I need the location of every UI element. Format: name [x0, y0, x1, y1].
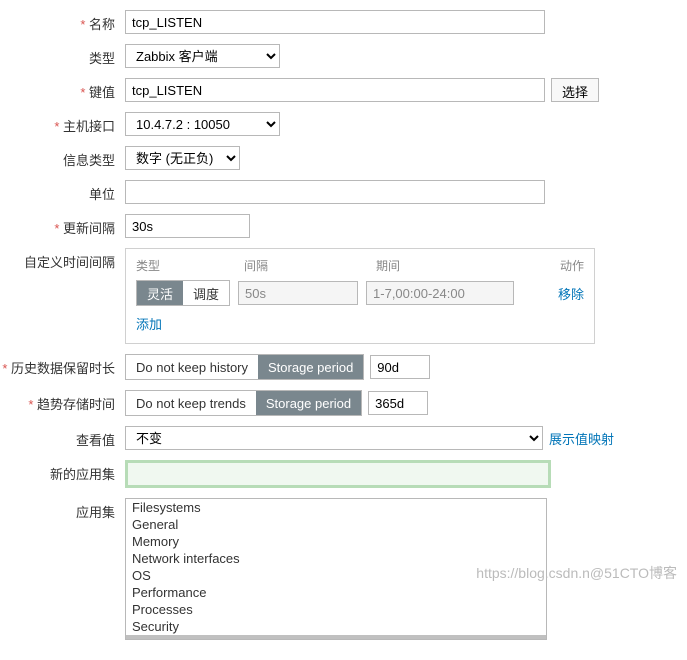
remove-interval-link[interactable]: 移除 [558, 284, 584, 303]
apps-listbox[interactable]: FilesystemsGeneralMemoryNetwork interfac… [125, 498, 547, 640]
new-app-input[interactable] [128, 463, 548, 485]
type-select[interactable]: Zabbix 客户端 [125, 44, 280, 68]
name-input[interactable] [125, 10, 545, 34]
show-value-map-link[interactable]: 展示值映射 [549, 429, 614, 448]
list-item[interactable]: General [126, 516, 546, 533]
label-history: 历史数据保留时长 [0, 354, 125, 377]
interval-header-action: 动作 [536, 257, 584, 274]
label-info-type: 信息类型 [0, 146, 125, 169]
label-units: 单位 [0, 180, 125, 203]
interval-header-interval: 间隔 [244, 257, 376, 274]
units-input[interactable] [125, 180, 545, 204]
select-button[interactable]: 选择 [551, 78, 599, 102]
interval-header-period: 期间 [376, 257, 536, 274]
info-type-select[interactable]: 数字 (无正负) [125, 146, 240, 170]
label-show-value: 查看值 [0, 426, 125, 449]
label-type: 类型 [0, 44, 125, 67]
history-input[interactable] [370, 355, 430, 379]
list-item[interactable]: Filesystems [126, 499, 546, 516]
trends-input[interactable] [368, 391, 428, 415]
interval-period-input[interactable] [366, 281, 514, 305]
label-key: 键值 [0, 78, 125, 101]
label-custom-intervals: 自定义时间间隔 [0, 248, 125, 271]
no-trends-toggle[interactable]: Do not keep trends [126, 391, 256, 415]
list-item[interactable]: Performance [126, 584, 546, 601]
label-host-interface: 主机接口 [0, 112, 125, 135]
interval-delay-input[interactable] [238, 281, 358, 305]
label-name: 名称 [0, 10, 125, 33]
list-item[interactable]: TCP [126, 635, 546, 640]
update-interval-input[interactable] [125, 214, 250, 238]
add-interval-link[interactable]: 添加 [136, 317, 162, 332]
list-item[interactable]: Network interfaces [126, 550, 546, 567]
scheduling-toggle[interactable]: 调度 [183, 281, 229, 305]
label-update-interval: 更新间隔 [0, 214, 125, 237]
key-input[interactable] [125, 78, 545, 102]
host-interface-select[interactable]: 10.4.7.2 : 10050 [125, 112, 280, 136]
list-item[interactable]: Security [126, 618, 546, 635]
label-trends: 趋势存储时间 [0, 390, 125, 413]
list-item[interactable]: Processes [126, 601, 546, 618]
trends-storage-toggle[interactable]: Storage period [256, 391, 361, 415]
flexible-toggle[interactable]: 灵活 [137, 281, 183, 305]
label-new-app: 新的应用集 [0, 460, 125, 483]
show-value-select[interactable]: 不变 [125, 426, 543, 450]
custom-interval-box: 类型 间隔 期间 动作 灵活 调度 移除 添加 [125, 248, 595, 344]
list-item[interactable]: OS [126, 567, 546, 584]
history-storage-toggle[interactable]: Storage period [258, 355, 363, 379]
no-history-toggle[interactable]: Do not keep history [126, 355, 258, 379]
label-apps: 应用集 [0, 498, 125, 521]
list-item[interactable]: Memory [126, 533, 546, 550]
interval-header-type: 类型 [136, 257, 244, 274]
